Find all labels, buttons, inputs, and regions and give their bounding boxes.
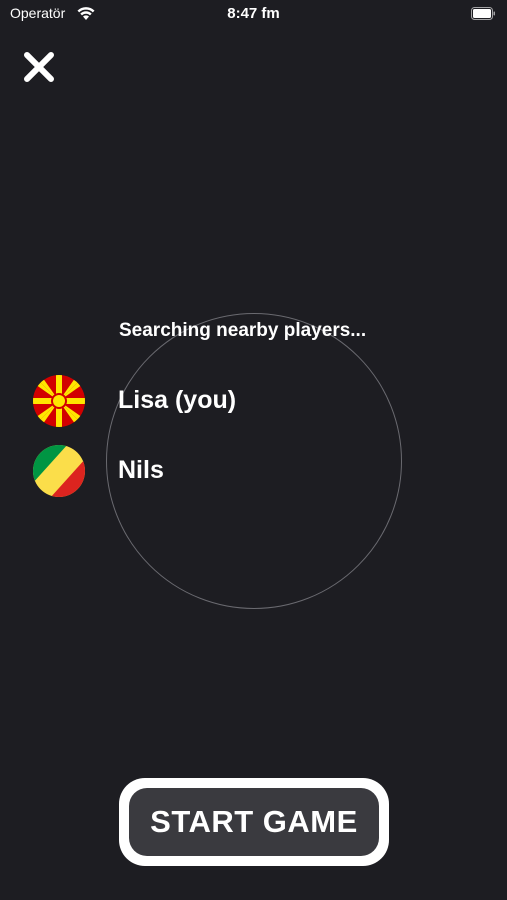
clock: 8:47 fm (227, 5, 280, 22)
start-game-label: START GAME (129, 788, 379, 856)
player-row: Lisa (you) (32, 374, 432, 428)
start-game-button[interactable]: START GAME (119, 778, 389, 866)
player-row: Nils (32, 444, 432, 498)
battery-icon (471, 7, 495, 20)
close-button[interactable] (22, 50, 56, 84)
player-name: Lisa (you) (118, 386, 237, 414)
republic-of-congo-flag-icon (33, 445, 85, 497)
searching-status-text: Searching nearby players... (119, 320, 367, 341)
close-icon (24, 52, 54, 82)
status-bar: Operatör 8:47 fm (0, 0, 507, 28)
player-name: Nils (118, 456, 164, 484)
north-macedonia-flag-icon (33, 375, 85, 427)
